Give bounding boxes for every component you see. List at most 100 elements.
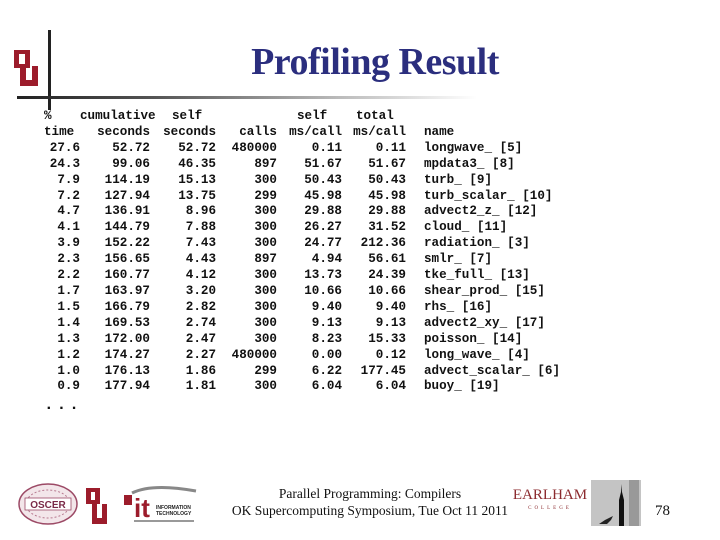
self-ms-per-call-cell: 13.73 [304,268,342,283]
table-row: 1.5 166.79 2.82 300 9.40 9.40 rhs_ [16] [44,300,560,316]
percent-time-cell: 4.1 [57,220,80,235]
total-ms-per-call-cell: 9.40 [375,299,406,314]
cumulative-seconds-cell: 166.79 [104,299,150,314]
percent-time-cell: 27.6 [49,140,80,155]
percent-time-cell: 7.9 [57,172,80,187]
header-cell: ms/call [289,124,342,139]
self-ms-per-call-cell: 9.13 [311,315,342,330]
function-name-cell: advect2_xy_ [17] [424,315,545,330]
percent-time-cell: 24.3 [49,156,80,171]
header-cell [216,109,277,125]
percent-time-cell: 1.0 [57,363,80,378]
self-ms-per-call-cell: 10.66 [304,283,342,298]
table-row: 1.4 169.53 2.74 300 9.13 9.13 advect2_xy_ [17] [44,316,560,332]
table-row: 1.2 174.27 2.27 480000 0.00 0.12 long_wave_ [4… [44,348,560,364]
cumulative-seconds-cell: 169.53 [104,315,150,330]
table-header-row-2: time seconds seconds calls ms/call ms/ca… [44,125,560,141]
header-horizontal-rule [17,96,477,99]
svg-text:it: it [134,493,150,523]
oscer-logo-text: OSCER [30,500,66,511]
percent-time-cell: 3.9 [57,236,80,251]
cumulative-seconds-cell: 114.19 [104,172,150,187]
more-rows-ellipsis: ... [44,396,82,414]
table-row: 4.1 144.79 7.88 300 26.27 31.52 cloud_ [11] [44,220,560,236]
function-name-cell: cloud_ [11] [424,220,508,235]
cumulative-seconds-cell: 136.91 [104,204,150,219]
function-name-cell: long_wave_ [4] [424,347,530,362]
table-row: 1.0 176.13 1.86 299 6.22 177.45 advect_scalar_… [44,364,560,380]
self-ms-per-call-cell: 50.43 [304,172,342,187]
header-cell: self [172,109,203,123]
svg-text:TECHNOLOGY: TECHNOLOGY [156,511,192,517]
calls-cell: 897 [254,156,277,171]
cumulative-seconds-cell: 99.06 [112,156,150,171]
table-row: 27.6 52.72 52.72 480000 0.11 0.11 longwave_ [5… [44,141,560,157]
percent-time-cell: 4.7 [57,204,80,219]
header-cell: name [424,124,455,139]
function-name-cell: tke_full_ [13] [424,268,530,283]
cumulative-seconds-cell: 127.94 [104,188,150,203]
total-ms-per-call-cell: 0.12 [375,347,406,362]
function-name-cell: buoy_ [19] [424,379,500,394]
slide-title: Profiling Result [251,41,499,83]
function-name-cell: mpdata3_ [8] [424,156,515,171]
total-ms-per-call-cell: 56.61 [368,252,406,267]
function-name-cell: smlr_ [7] [424,252,493,267]
footer-course-title: Parallel Programming: Compilers [278,486,462,501]
self-ms-per-call-cell: 0.11 [311,140,342,155]
self-ms-per-call-cell: 9.40 [311,299,342,314]
self-ms-per-call-cell: 45.98 [304,188,342,203]
table-row: 2.2 160.77 4.12 300 13.73 24.39 tke_full_ [13] [44,268,560,284]
total-ms-per-call-cell: 24.39 [368,268,406,283]
header-cell: total [356,109,394,123]
header-cell: self [297,109,328,123]
table-row: 4.7 136.91 8.96 300 29.88 29.88 advect2_z_ [12… [44,204,560,220]
calls-cell: 300 [254,172,277,187]
calls-cell: 300 [254,379,277,394]
earlham-college-logo-icon: EARLHAM COLLEGE [513,487,587,511]
function-name-cell: longwave_ [5] [424,140,523,155]
function-name-cell: advect_scalar_ [6] [424,363,561,378]
table-row: 7.2 127.94 13.75 299 45.98 45.98 turb_scalar_ … [44,189,560,205]
table-row: 2.3 156.65 4.43 897 4.94 56.61 smlr_ [7] [44,252,560,268]
calls-cell: 300 [254,331,277,346]
self-seconds-cell: 13.75 [178,188,216,203]
percent-time-cell: 0.9 [57,379,80,394]
self-ms-per-call-cell: 51.67 [304,156,342,171]
self-ms-per-call-cell: 4.94 [311,252,342,267]
header-cell: % [44,109,52,123]
calls-cell: 300 [254,315,277,330]
function-name-cell: turb_ [9] [424,172,493,187]
self-seconds-cell: 2.27 [185,347,216,362]
calls-cell: 300 [254,204,277,219]
cumulative-seconds-cell: 177.94 [104,379,150,394]
function-name-cell: advect2_z_ [12] [424,204,538,219]
percent-time-cell: 1.5 [57,299,80,314]
total-ms-per-call-cell: 212.36 [360,236,406,251]
svg-text:COLLEGE: COLLEGE [528,506,572,511]
cumulative-seconds-cell: 176.13 [104,363,150,378]
total-ms-per-call-cell: 45.98 [368,188,406,203]
total-ms-per-call-cell: 29.88 [368,204,406,219]
cumulative-seconds-cell: 172.00 [104,331,150,346]
self-seconds-cell: 2.74 [185,315,216,330]
cumulative-seconds-cell: 163.97 [104,283,150,298]
self-ms-per-call-cell: 29.88 [304,204,342,219]
oscer-logo-icon: OSCER [18,483,78,525]
calls-cell: 300 [254,268,277,283]
page-number: 78 [655,503,670,519]
calls-cell: 480000 [231,140,277,155]
cumulative-seconds-cell: 144.79 [104,220,150,235]
percent-time-cell: 1.2 [57,347,80,362]
table-row: 0.9 177.94 1.81 300 6.04 6.04 buoy_ [19] [44,379,560,395]
self-seconds-cell: 1.86 [185,363,216,378]
percent-time-cell: 1.3 [57,331,80,346]
header-cell: time [44,124,75,139]
calls-cell: 897 [254,252,277,267]
percent-time-cell: 1.7 [57,283,80,298]
calls-cell: 300 [254,299,277,314]
self-seconds-cell: 7.43 [185,236,216,251]
table-row: 24.3 99.06 46.35 897 51.67 51.67 mpdata3_ [8] [44,157,560,173]
total-ms-per-call-cell: 6.04 [375,379,406,394]
self-ms-per-call-cell: 26.27 [304,220,342,235]
